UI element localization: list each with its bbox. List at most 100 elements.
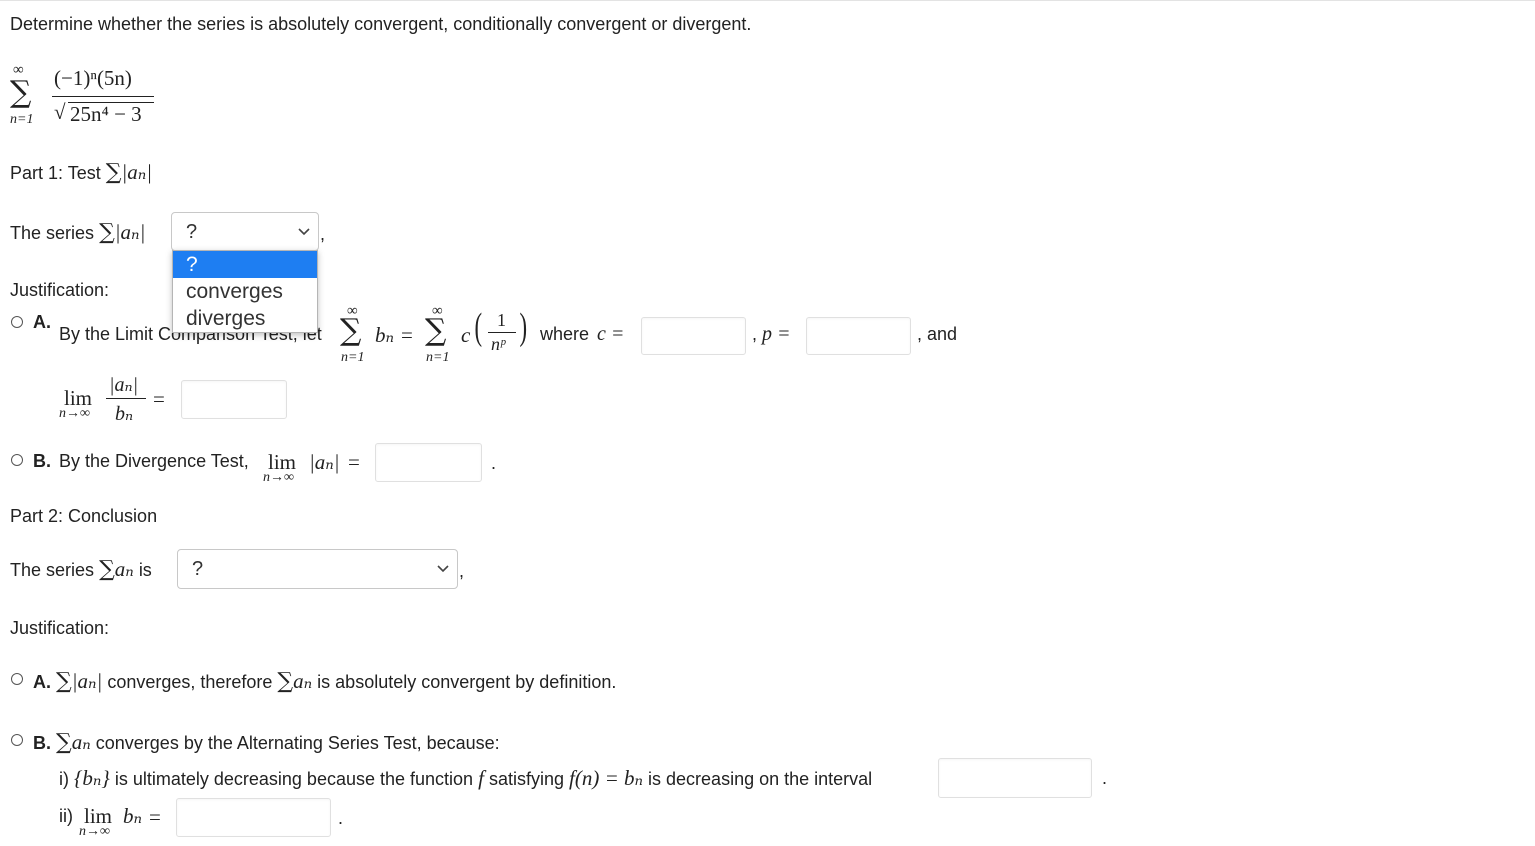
part1-statement-prefix: The series <box>10 223 95 243</box>
interval-input[interactable] <box>938 758 1092 798</box>
lct-one: 1 <box>497 310 506 330</box>
top-divider <box>0 0 1535 1</box>
and-text: , and <box>917 324 958 344</box>
condition-i: i) {bₙ} is ultimately decreasing because… <box>59 766 872 791</box>
limit-ratio-input[interactable] <box>181 380 287 419</box>
interval-period: . <box>1102 768 1108 788</box>
abs-an: |aₙ| <box>114 220 146 244</box>
part2-statement-prefix: The series <box>10 560 95 580</box>
part2-option-b-text: B. ∑aₙ converges by the Alternating Seri… <box>33 730 500 755</box>
lct-c: c <box>461 323 471 347</box>
sigma-symbol: ∑ <box>99 220 115 245</box>
condition-i-text: is ultimately decreasing because the fun… <box>114 769 474 789</box>
an-term: aₙ <box>71 730 91 754</box>
part2-option-b-main: converges by the Alternating Series Test… <box>95 733 500 753</box>
series-lower-limit: n=1 <box>10 112 34 127</box>
p-input[interactable] <box>806 317 911 355</box>
part2-option-a-letter: A. <box>33 672 51 692</box>
where-text: where <box>540 324 590 344</box>
ii-bn: bₙ <box>123 804 143 828</box>
sigma-symbol: ∑ <box>105 160 122 185</box>
part1-justification-label: Justification: <box>10 280 110 300</box>
bn-sequence: {bₙ} <box>74 766 110 790</box>
lct-equals: = <box>401 323 413 347</box>
lct-lower-2: n=1 <box>426 350 450 365</box>
divergence-limit-input[interactable] <box>375 443 482 482</box>
sigma-symbol: ∑ <box>56 730 72 755</box>
sigma-symbol: ∑ <box>277 669 294 694</box>
div-period: . <box>491 453 497 473</box>
right-paren: ) <box>519 306 528 348</box>
div-lim-subscript: n→∞ <box>263 470 294 485</box>
part1-title: Part 1: Test ∑|aₙ| <box>10 160 152 185</box>
part1-option-b-radio[interactable] <box>11 454 23 466</box>
div-abs-an: |aₙ| <box>309 450 340 474</box>
sigma-symbol: ∑ <box>340 313 362 348</box>
chevron-down-icon <box>298 228 310 236</box>
sigma-symbol: ∑ <box>425 313 447 348</box>
left-paren: ( <box>474 306 483 348</box>
part1-option-b-text: By the Divergence Test, <box>59 451 249 471</box>
part1-convergence-select[interactable]: ? <box>171 212 319 251</box>
satisfying-text: satisfying <box>488 769 564 789</box>
c-input[interactable] <box>641 317 746 355</box>
abs-an: |aₙ| <box>71 669 103 693</box>
dropdown-option-converges[interactable]: converges <box>173 278 317 305</box>
select-value: ? <box>192 558 204 580</box>
ratio-fraction-bar <box>106 398 146 399</box>
part1-select-dropdown[interactable]: ? converges diverges <box>172 250 318 333</box>
part1-comma: , <box>320 224 326 244</box>
lct-fraction-bar <box>488 332 516 333</box>
part2-option-b-radio[interactable] <box>11 734 23 746</box>
limit-bn-input[interactable] <box>176 798 331 837</box>
sigma-symbol: ∑ <box>56 669 72 694</box>
dropdown-option-placeholder[interactable]: ? <box>173 251 317 278</box>
part1-option-a-radio[interactable] <box>11 316 23 328</box>
condition-ii-prefix: ii) <box>59 806 73 826</box>
part2-option-a-end: is absolutely convergent by definition. <box>317 672 617 692</box>
part2-option-a-text: A. ∑|aₙ| converges, therefore ∑aₙ is abs… <box>33 669 616 694</box>
limit-bn-period: . <box>338 808 344 828</box>
series-numerator: (−1)ⁿ(5n) <box>54 66 132 90</box>
part2-comma: , <box>459 561 465 581</box>
lct-bn: bₙ <box>375 323 395 347</box>
p-equals: p = <box>762 323 791 345</box>
condition-i-prefix: i) <box>59 769 69 789</box>
p-comma: , <box>752 324 758 344</box>
part1-option-b-letter: B. <box>33 451 51 471</box>
lim-subscript: n→∞ <box>59 406 90 421</box>
f-symbol: f <box>478 766 484 790</box>
part1-title-text: Part 1: Test <box>10 163 101 183</box>
ratio-denominator: bₙ <box>115 403 134 425</box>
part1-statement: The series ∑|aₙ| <box>10 220 145 245</box>
part2-statement: The series ∑aₙ is <box>10 557 152 582</box>
abs-an: |aₙ| <box>121 160 153 184</box>
c-equals: c = <box>597 323 625 345</box>
an-term: aₙ <box>293 669 313 693</box>
ii-equals: = <box>149 805 161 829</box>
sqrt-symbol: √ <box>54 100 66 124</box>
lct-lower-1: n=1 <box>341 350 365 365</box>
part1-option-a-letter: A. <box>33 312 51 332</box>
part2-option-a-radio[interactable] <box>11 673 23 685</box>
div-equals: = <box>348 450 360 474</box>
lct-np: nᵖ <box>491 334 506 354</box>
part2-justification-label: Justification: <box>10 618 110 638</box>
part2-option-a-mid: converges, therefore <box>107 672 273 692</box>
ratio-numerator: |aₙ| <box>109 374 139 396</box>
is-text: is <box>138 560 152 580</box>
sigma-symbol: ∑ <box>99 557 115 582</box>
part2-option-b-letter: B. <box>33 733 51 753</box>
dropdown-option-diverges[interactable]: diverges <box>173 305 317 332</box>
series-denominator: 25n⁴ − 3 <box>70 102 142 126</box>
part2-title: Part 2: Conclusion <box>10 506 158 526</box>
question-prompt: Determine whether the series is absolute… <box>10 14 752 34</box>
condition-i-end: is decreasing on the interval <box>648 769 873 789</box>
ii-lim-subscript: n→∞ <box>79 824 110 839</box>
series-sigma: ∑ <box>10 75 32 110</box>
ratio-equals: = <box>153 387 165 411</box>
series-fraction-bar <box>52 96 154 97</box>
part2-conclusion-select[interactable]: ? <box>177 549 458 589</box>
an-term: aₙ <box>114 557 134 581</box>
chevron-down-icon <box>437 565 449 573</box>
